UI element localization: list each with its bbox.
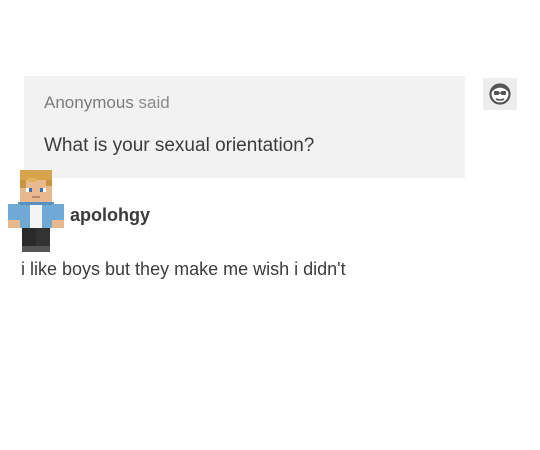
asker-line: Anonymous said xyxy=(44,93,170,113)
asker-verb: said xyxy=(138,93,170,112)
asker-name: Anonymous xyxy=(44,93,134,112)
question-text: What is your sexual orientation? xyxy=(44,135,315,156)
answer-text: i like boys but they make me wish i didn… xyxy=(21,259,346,279)
anonymous-avatar-icon xyxy=(483,78,517,110)
ask-box: Anonymous said What is your sexual orien… xyxy=(24,76,465,178)
user-avatar-icon[interactable] xyxy=(4,168,70,254)
answerer-username[interactable]: apolohgy xyxy=(70,205,150,226)
